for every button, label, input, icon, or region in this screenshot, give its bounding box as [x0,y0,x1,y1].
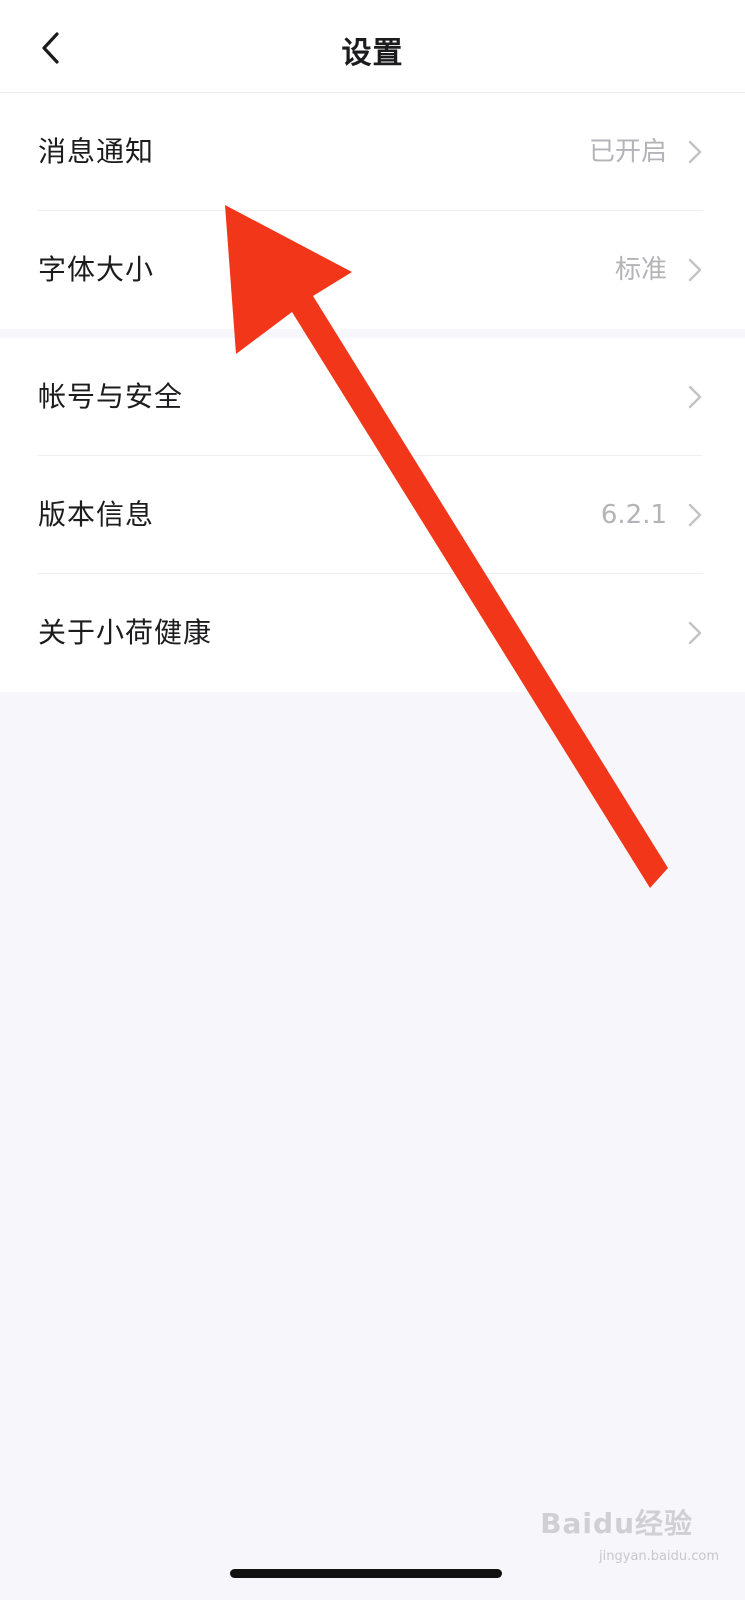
row-label: 字体大小 [38,253,155,286]
row-value: 标准 [614,255,667,285]
settings-row-about[interactable]: 关于小荷健康 [0,574,745,692]
watermark-brand: Baidu经验 [540,1507,693,1540]
chevron-right-icon [688,503,702,527]
chevron-right-icon [688,258,702,282]
chevron-right-icon [688,385,702,409]
chevron-right-icon [688,621,702,645]
row-label: 帐号与安全 [38,380,184,413]
row-value: 6.2.1 [600,500,667,530]
row-label: 关于小荷健康 [38,616,213,649]
watermark-domain: jingyan.baidu.com [599,1549,719,1564]
row-label: 版本信息 [38,498,155,531]
settings-group-1: 消息通知 已开启 字体大小 标准 [0,93,745,329]
chevron-right-icon [688,140,702,164]
settings-group-2: 帐号与安全 版本信息 6.2.1 关于小荷健康 [0,338,745,692]
page-title: 设置 [341,36,404,71]
row-value: 已开启 [588,137,667,167]
settings-row-version[interactable]: 版本信息 6.2.1 [0,456,745,574]
settings-row-font-size[interactable]: 字体大小 标准 [0,211,745,329]
home-indicator[interactable] [230,1569,502,1578]
row-label: 消息通知 [38,135,155,168]
nav-bar: 设置 [0,0,745,93]
settings-row-notifications[interactable]: 消息通知 已开启 [0,93,745,211]
settings-row-account-security[interactable]: 帐号与安全 [0,338,745,456]
